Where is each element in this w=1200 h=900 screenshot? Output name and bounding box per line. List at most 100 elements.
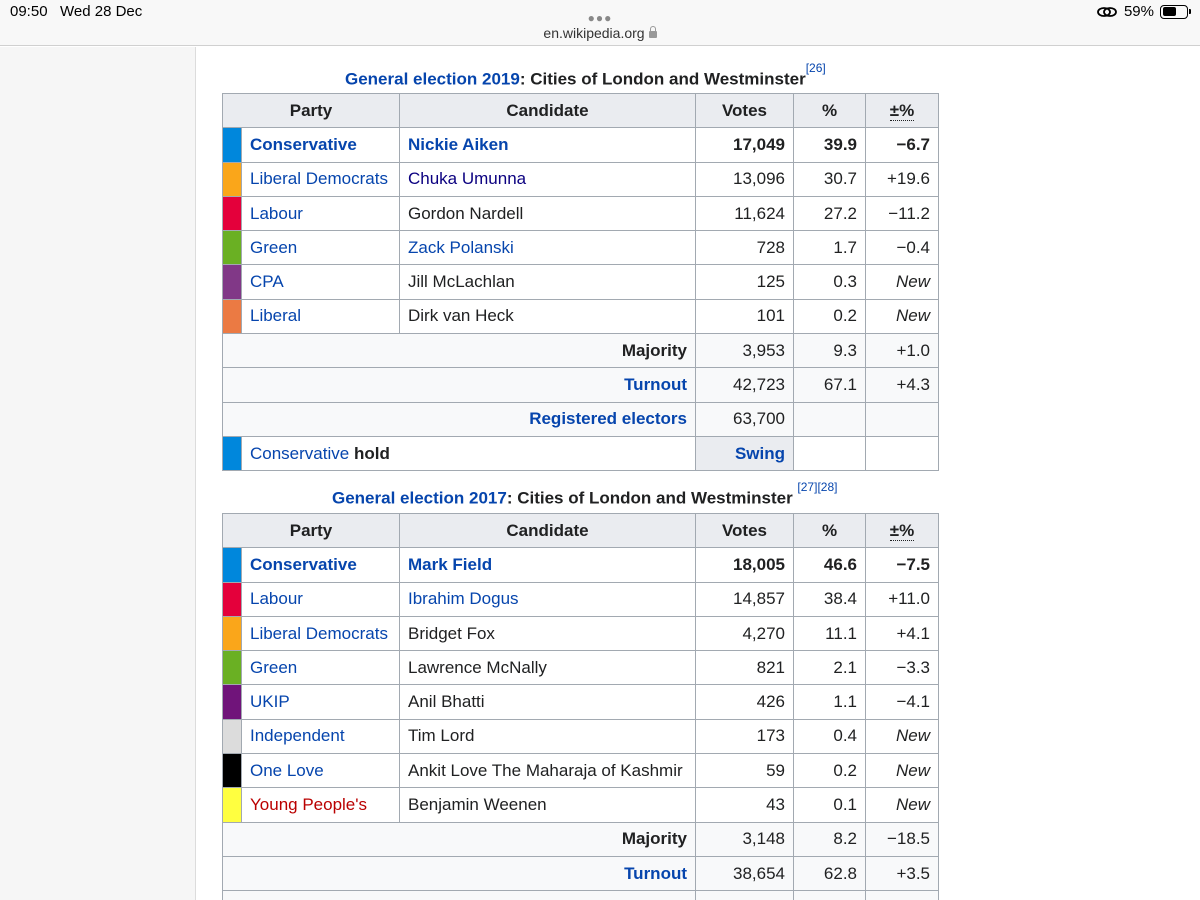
turnout-change: +3.5 bbox=[865, 855, 939, 892]
candidate-row: One Love Ankit Love The Maharaja of Kashm… bbox=[222, 753, 939, 789]
caption-2019-text: : Cities of London and Westminster bbox=[519, 69, 806, 89]
article-content: General election 2019: Cities of London … bbox=[197, 47, 1200, 900]
majority-percent: 8.2 bbox=[793, 821, 866, 857]
election-2017-table: Party Candidate Votes % ±% Conservative M… bbox=[222, 512, 939, 900]
party-cell: Labour bbox=[241, 195, 400, 232]
percent-cell: 11.1 bbox=[793, 615, 866, 652]
change-cell: −3.3 bbox=[865, 650, 939, 686]
change-cell: −6.7 bbox=[865, 127, 939, 163]
caption-2017-link[interactable]: General election 2017 bbox=[332, 489, 507, 508]
registered-empty-2 bbox=[865, 401, 939, 437]
turnout-link[interactable]: Turnout bbox=[624, 375, 687, 394]
hold-party-link[interactable]: Conservative bbox=[250, 444, 349, 463]
candidate-name: Benjamin Weenen bbox=[408, 795, 547, 815]
votes-cell: 13,096 bbox=[695, 161, 794, 197]
candidate-link[interactable]: Nickie Aiken bbox=[408, 135, 508, 154]
header-change-text[interactable]: ±% bbox=[889, 520, 915, 541]
party-link[interactable]: Labour bbox=[250, 589, 303, 608]
majority-change: +1.0 bbox=[865, 333, 939, 369]
change-cell: +4.1 bbox=[865, 615, 939, 652]
candidate-name: Jill McLachlan bbox=[408, 272, 515, 292]
party-link[interactable]: CPA bbox=[250, 272, 284, 291]
percent-cell: 0.4 bbox=[793, 718, 866, 755]
party-link[interactable]: Conservative bbox=[250, 555, 357, 574]
registered-votes: 63,700 bbox=[695, 401, 794, 437]
votes-cell: 125 bbox=[695, 264, 794, 300]
votes-cell: 17,049 bbox=[695, 127, 794, 163]
party-color-swatch bbox=[222, 435, 242, 472]
percent-cell: 1.7 bbox=[793, 230, 866, 266]
turnout-row: Turnout 38,654 62.8 +3.5 bbox=[222, 855, 939, 892]
turnout-label-cell: Turnout bbox=[222, 855, 696, 892]
swing-link[interactable]: Swing bbox=[735, 444, 785, 463]
candidate-cell: Ankit Love The Maharaja of Kashmir bbox=[399, 753, 696, 789]
turnout-label-cell: Turnout bbox=[222, 367, 696, 403]
party-cell: Liberal Democrats bbox=[241, 161, 400, 197]
header-votes: Votes bbox=[695, 512, 794, 549]
party-link[interactable]: Liberal Democrats bbox=[250, 624, 388, 643]
candidate-link[interactable]: Mark Field bbox=[408, 555, 492, 574]
party-link[interactable]: Liberal bbox=[250, 306, 301, 325]
party-link[interactable]: Conservative bbox=[250, 135, 357, 154]
percent-cell: 30.7 bbox=[793, 161, 866, 197]
candidate-link[interactable]: Zack Polanski bbox=[408, 238, 514, 257]
candidate-row: Liberal Dirk van Heck 101 0.2 New bbox=[222, 298, 939, 335]
party-cell: One Love bbox=[241, 753, 400, 789]
party-cell: CPA bbox=[241, 264, 400, 300]
address-bar[interactable]: ●●● en.wikipedia.org bbox=[0, 11, 1200, 46]
candidate-name: Tim Lord bbox=[408, 726, 475, 746]
party-link[interactable]: Young People's bbox=[250, 795, 367, 814]
more-dots-icon[interactable]: ●●● bbox=[588, 11, 613, 25]
majority-row: Majority 3,148 8.2 −18.5 bbox=[222, 821, 939, 857]
candidate-link[interactable]: Ibrahim Dogus bbox=[408, 589, 519, 608]
swing-empty-1 bbox=[793, 435, 866, 472]
party-link[interactable]: Labour bbox=[250, 204, 303, 223]
party-color-swatch bbox=[222, 230, 242, 266]
table-header-row: Party Candidate Votes % ±% bbox=[222, 512, 939, 549]
registered-electors-link[interactable]: Registered electors bbox=[529, 409, 687, 428]
hold-cell: Conservative hold bbox=[241, 435, 696, 472]
majority-label: Majority bbox=[222, 821, 696, 857]
candidate-row: Independent Tim Lord 173 0.4 New bbox=[222, 718, 939, 755]
turnout-link[interactable]: Turnout bbox=[624, 864, 687, 883]
party-link[interactable]: Independent bbox=[250, 726, 345, 745]
candidate-cell: Chuka Umunna bbox=[399, 161, 696, 197]
party-color-swatch bbox=[222, 298, 242, 335]
party-color-swatch bbox=[222, 650, 242, 686]
header-party: Party bbox=[222, 512, 400, 549]
party-link[interactable]: One Love bbox=[250, 761, 324, 780]
header-change-text[interactable]: ±% bbox=[889, 100, 915, 121]
candidate-row: UKIP Anil Bhatti 426 1.1 −4.1 bbox=[222, 684, 939, 720]
percent-cell: 2.1 bbox=[793, 650, 866, 686]
candidate-row: Labour Gordon Nardell 11,624 27.2 −11.2 bbox=[222, 195, 939, 232]
header-percent: % bbox=[793, 512, 866, 549]
party-link[interactable]: Liberal Democrats bbox=[250, 169, 388, 188]
candidate-cell: Nickie Aiken bbox=[399, 127, 696, 163]
candidate-cell: Benjamin Weenen bbox=[399, 787, 696, 823]
change-cell: −4.1 bbox=[865, 684, 939, 720]
caption-2019-ref[interactable]: [26] bbox=[806, 61, 826, 75]
header-candidate: Candidate bbox=[399, 92, 696, 129]
party-link[interactable]: Green bbox=[250, 658, 297, 677]
party-cell: Liberal bbox=[241, 298, 400, 335]
partial-cell bbox=[793, 890, 866, 900]
battery-percent: 59% bbox=[1123, 3, 1154, 20]
party-color-swatch bbox=[222, 684, 242, 720]
party-cell: Conservative bbox=[241, 547, 400, 583]
candidate-cell: Mark Field bbox=[399, 547, 696, 583]
candidate-link[interactable]: Chuka Umunna bbox=[408, 169, 526, 188]
table-header-row: Party Candidate Votes % ±% bbox=[222, 92, 939, 129]
party-link[interactable]: Green bbox=[250, 238, 297, 257]
party-link[interactable]: UKIP bbox=[250, 692, 290, 711]
caption-2017-ref[interactable]: [27][28] bbox=[797, 480, 837, 494]
majority-label: Majority bbox=[222, 333, 696, 369]
election-2019-table: Party Candidate Votes % ±% Conservative N… bbox=[222, 92, 939, 472]
candidate-row: Green Zack Polanski 728 1.7 −0.4 bbox=[222, 230, 939, 266]
votes-cell: 14,857 bbox=[695, 581, 794, 617]
caption-2019-link[interactable]: General election 2019 bbox=[345, 70, 520, 89]
partial-cell bbox=[222, 890, 696, 900]
partial-cell bbox=[695, 890, 794, 900]
change-cell: −0.4 bbox=[865, 230, 939, 266]
percent-cell: 27.2 bbox=[793, 195, 866, 232]
url-display[interactable]: en.wikipedia.org bbox=[0, 25, 1200, 41]
